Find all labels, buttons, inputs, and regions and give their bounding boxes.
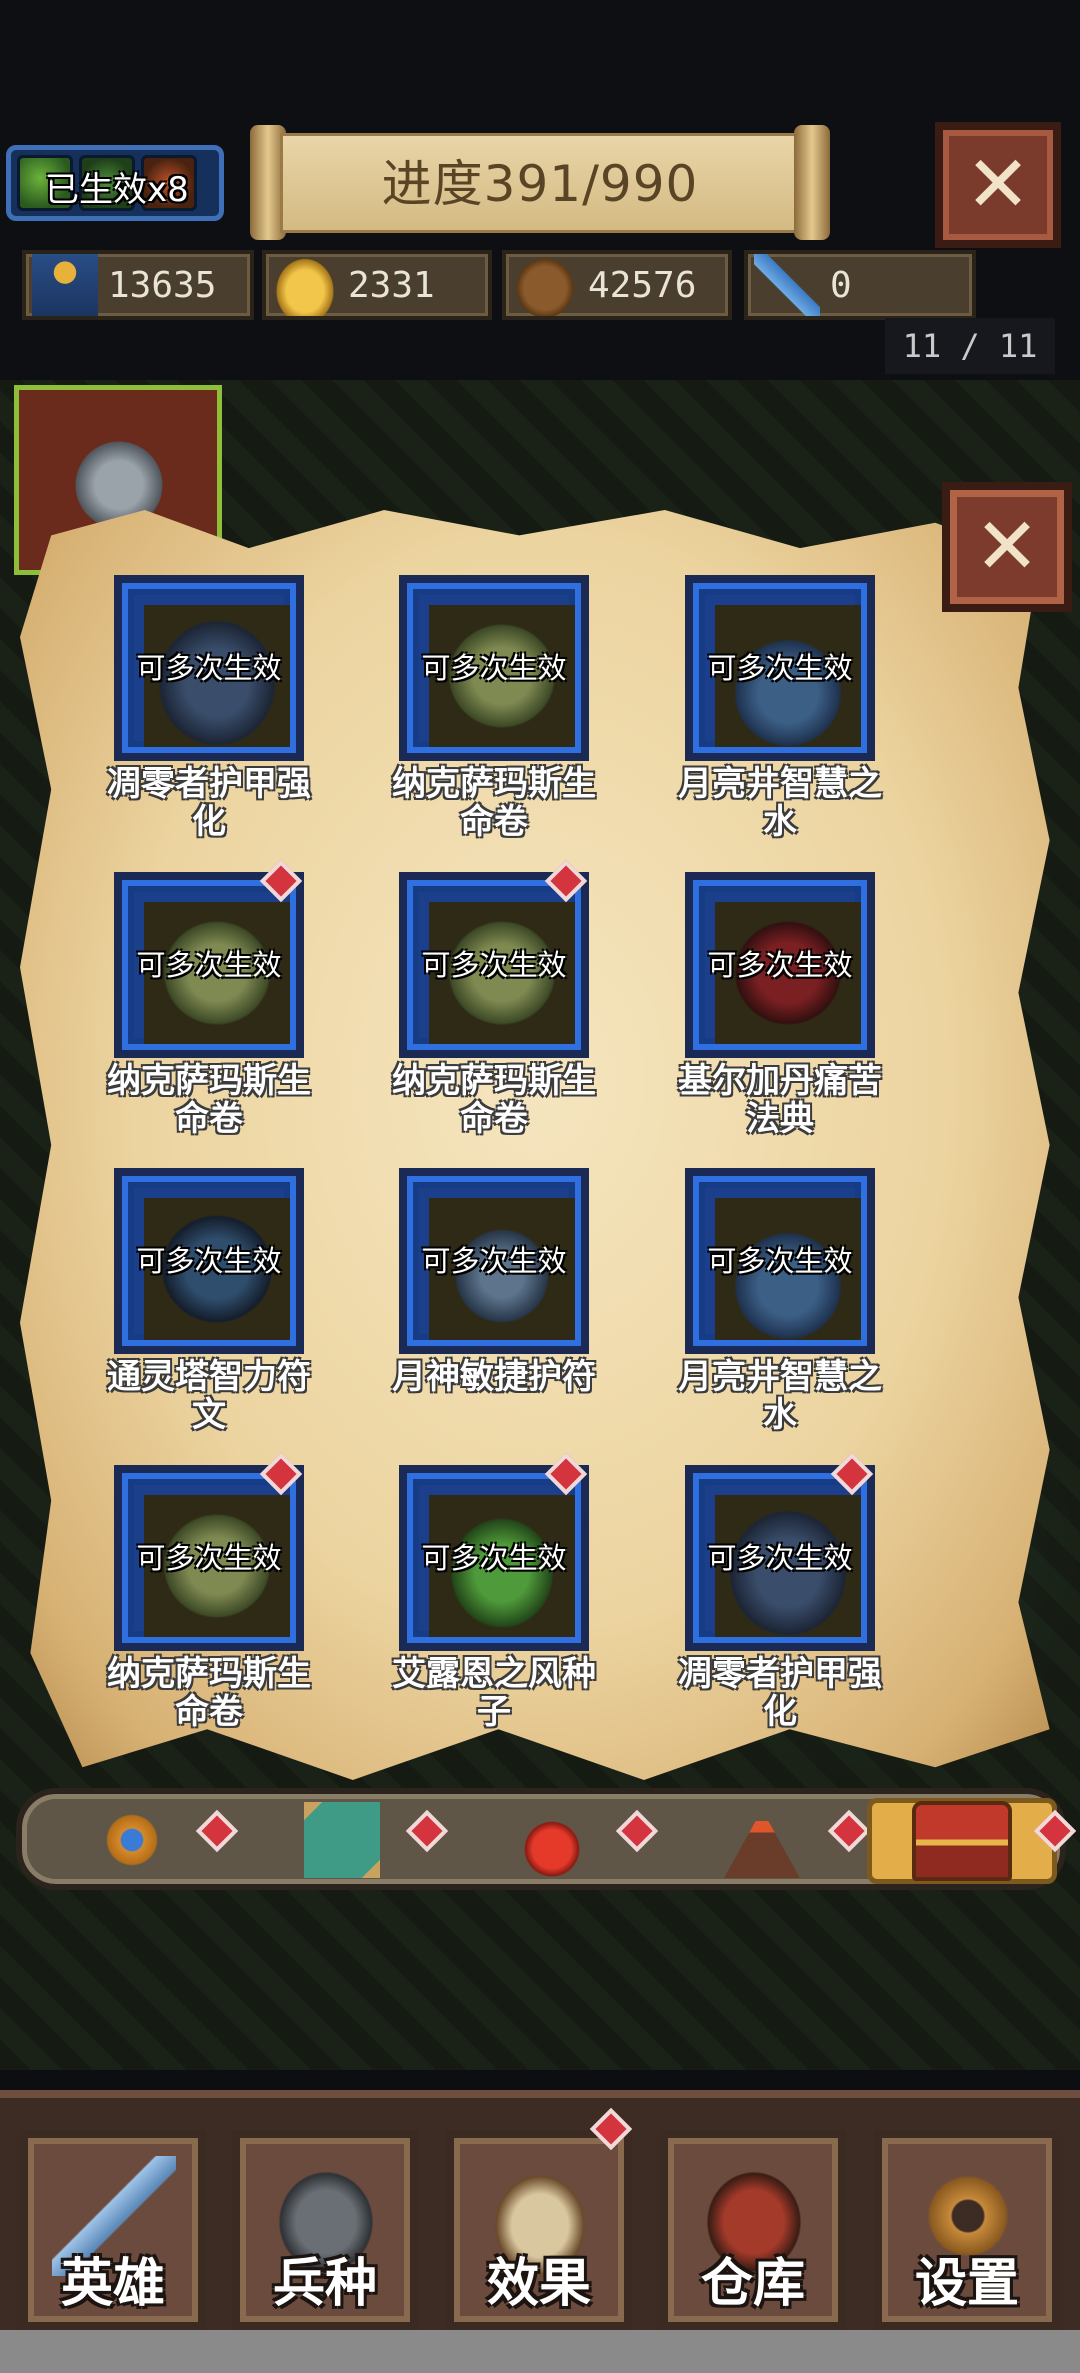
nav-settings-button[interactable]: 设置 [874, 2130, 1060, 2330]
key-value: 0 [830, 264, 852, 306]
item-name: 月亮井智慧之水 [678, 764, 882, 842]
panel-close-button[interactable]: ✕ [942, 482, 1072, 612]
nav-label: 兵种 [272, 2254, 377, 2314]
item-tag: 可多次生效 [136, 948, 282, 982]
item-name: 凋零者护甲强化 [107, 764, 311, 842]
top-hud: 已生效x8 进度391/990 ✕ 13635 2331 42576 0 11 … [0, 0, 1080, 380]
item-tag: 可多次生效 [707, 651, 853, 685]
item-tag: 可多次生效 [707, 948, 853, 982]
population-value: 13635 [108, 264, 217, 306]
item-tag: 可多次生效 [136, 1541, 282, 1575]
active-effects-badge[interactable]: 已生效x8 [6, 145, 224, 221]
close-icon: ✕ [974, 502, 1040, 592]
item-name: 艾露恩之风种子 [392, 1654, 596, 1732]
nav-label: 英雄 [60, 2254, 165, 2314]
item-tag: 可多次生效 [707, 1541, 853, 1575]
nav-label: 设置 [914, 2254, 1019, 2314]
volcano-icon [724, 1809, 800, 1878]
effect-item[interactable]: 可多次生效 艾露恩之风种子 [392, 1452, 596, 1735]
item-name: 月亮井智慧之水 [678, 1357, 882, 1435]
category-tab-bar [16, 1788, 1077, 1890]
resource-population: 13635 [22, 250, 254, 320]
effect-item[interactable]: 可多次生效 通灵塔智力符文 [107, 1168, 311, 1438]
item-tag: 可多次生效 [707, 1244, 853, 1278]
effect-item[interactable]: 可多次生效 纳克萨玛斯生命卷 [392, 859, 596, 1142]
hud-close-button[interactable]: ✕ [935, 122, 1061, 248]
resource-gold: 2331 [262, 250, 492, 320]
gear-gem-icon [94, 1802, 170, 1878]
nav-label: 效果 [486, 2254, 591, 2314]
resource-wood: 42576 [502, 250, 732, 320]
item-name: 月神敏捷护符 [392, 1357, 596, 1397]
nav-warehouse-button[interactable]: 仓库 [660, 2130, 846, 2330]
effect-item[interactable]: 可多次生效 月亮井智慧之水 [678, 1168, 882, 1438]
effect-item[interactable]: 可多次生效 凋零者护甲强化 [107, 575, 311, 845]
nav-label: 仓库 [700, 2254, 805, 2314]
progress-text: 进度391/990 [381, 155, 699, 213]
wood-logs-icon [512, 254, 578, 316]
close-icon: ✕ [965, 140, 1031, 230]
nav-troops-button[interactable]: 兵种 [232, 2130, 418, 2330]
treasure-map-icon [304, 1802, 380, 1878]
nav-hero-button[interactable]: 英雄 [20, 2130, 206, 2330]
item-name: 基尔加丹痛苦法典 [678, 1061, 882, 1139]
gold-coins-icon [272, 254, 338, 316]
effect-item[interactable]: 可多次生效 月亮井智慧之水 [678, 575, 882, 845]
treasure-chest-icon [912, 1801, 1012, 1881]
item-tag: 可多次生效 [421, 1541, 567, 1575]
item-name: 纳克萨玛斯生命卷 [392, 1061, 596, 1139]
tab-gear[interactable] [42, 1802, 222, 1878]
red-potion-icon [514, 1802, 590, 1878]
tab-chest-selected[interactable] [867, 1798, 1057, 1884]
blue-key-icon [754, 254, 820, 316]
population-icon [32, 254, 98, 316]
progress-scroll: 进度391/990 [250, 125, 830, 240]
tab-volcano[interactable] [672, 1802, 852, 1878]
scroll-rod-right [794, 125, 830, 240]
effect-item[interactable]: 可多次生效 月神敏捷护符 [392, 1168, 596, 1438]
effect-item[interactable]: 可多次生效 凋零者护甲强化 [678, 1452, 882, 1735]
item-tag: 可多次生效 [421, 1244, 567, 1278]
item-name: 通灵塔智力符文 [107, 1357, 311, 1435]
tab-potion[interactable] [462, 1802, 642, 1878]
bottom-navigation: 英雄 兵种 效果 仓库 设置 [0, 2090, 1080, 2330]
item-tag: 可多次生效 [136, 651, 282, 685]
gold-value: 2331 [348, 264, 435, 306]
effect-item[interactable]: 可多次生效 纳克萨玛斯生命卷 [107, 1452, 311, 1735]
item-name: 纳克萨玛斯生命卷 [107, 1654, 311, 1732]
effect-item[interactable]: 可多次生效 纳克萨玛斯生命卷 [107, 859, 311, 1142]
nav-effects-button[interactable]: 效果 [446, 2130, 632, 2330]
effect-item[interactable]: 可多次生效 纳克萨玛斯生命卷 [392, 575, 596, 845]
active-effects-label: 已生效x8 [45, 170, 189, 210]
item-name: 纳克萨玛斯生命卷 [392, 764, 596, 842]
wave-counter: 11 / 11 [885, 318, 1055, 374]
item-tag: 可多次生效 [136, 1244, 282, 1278]
tab-map[interactable] [252, 1802, 432, 1878]
item-name: 凋零者护甲强化 [678, 1654, 882, 1732]
item-tag: 可多次生效 [421, 948, 567, 982]
progress-paper: 进度391/990 [280, 133, 800, 233]
resource-key: 0 [744, 250, 976, 320]
effect-item[interactable]: 可多次生效 基尔加丹痛苦法典 [678, 872, 882, 1142]
item-tag: 可多次生效 [421, 651, 567, 685]
wood-value: 42576 [588, 264, 697, 306]
system-nav-strip [0, 2330, 1080, 2373]
item-name: 纳克萨玛斯生命卷 [107, 1061, 311, 1139]
